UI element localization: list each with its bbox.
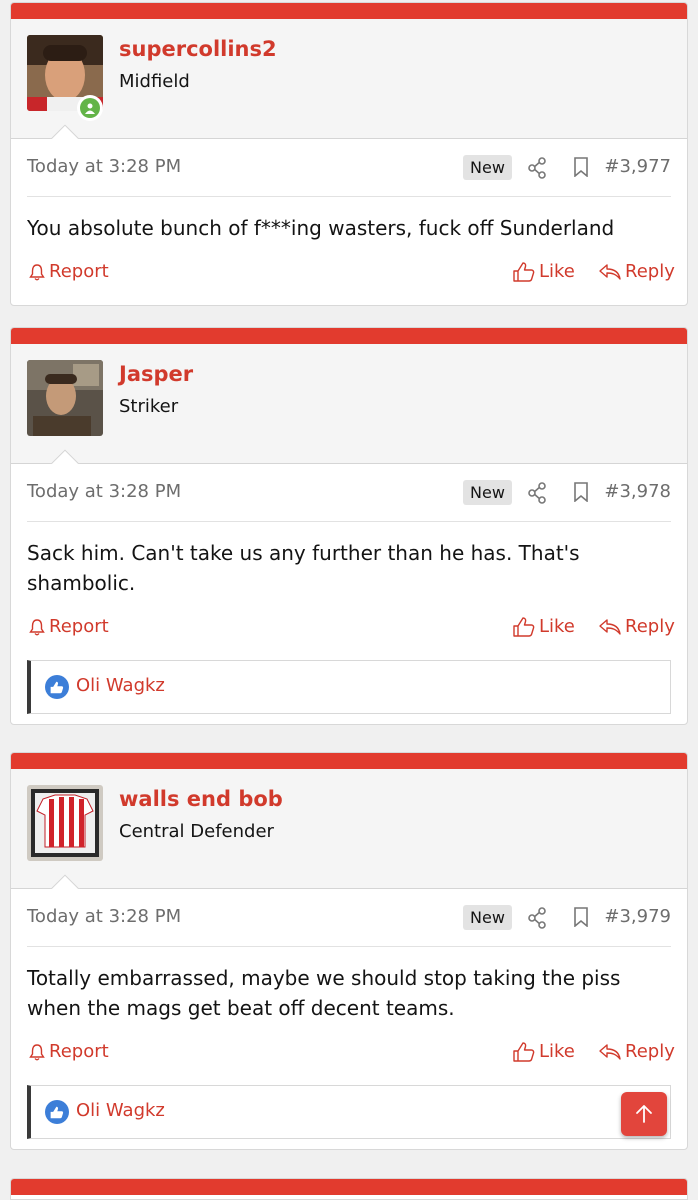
username[interactable]: walls end bob <box>119 787 283 811</box>
share-icon[interactable] <box>527 482 547 508</box>
post-accent-bar <box>11 3 687 19</box>
new-badge: New <box>463 155 512 180</box>
post-time[interactable]: Today at 3:28 PM <box>27 481 181 502</box>
bell-icon <box>29 263 45 280</box>
post-body: You absolute bunch of f***ing wasters, f… <box>27 216 615 240</box>
like-button[interactable]: Like <box>513 1041 575 1062</box>
thumbs-up-icon <box>513 616 535 637</box>
post-3979: walls end bob Central Defender Today at … <box>10 752 688 1150</box>
reply-button[interactable]: Reply <box>599 616 675 637</box>
like-label: Like <box>539 616 575 637</box>
post-meta: Today at 3:28 PM New #3,977 <box>27 139 671 197</box>
user-block-pointer <box>49 448 81 464</box>
reply-arrow-icon <box>599 1043 621 1060</box>
reply-arrow-icon <box>599 263 621 280</box>
thumbs-up-icon <box>513 261 535 282</box>
share-icon[interactable] <box>527 157 547 183</box>
like-label: Like <box>539 261 575 282</box>
post-actions: Report Like Reply <box>27 598 675 660</box>
user-title: Striker <box>119 396 179 417</box>
bell-icon <box>29 1043 45 1060</box>
post-accent-bar <box>11 753 687 769</box>
avatar[interactable] <box>27 785 103 861</box>
post-actions: Report Like Reply <box>27 1023 675 1085</box>
post-3977: supercollins2 Midfield Today at 3:28 PM … <box>10 2 688 306</box>
report-label: Report <box>49 616 109 637</box>
online-status-icon <box>77 95 103 121</box>
scroll-to-top-button[interactable] <box>621 1092 667 1136</box>
reply-button[interactable]: Reply <box>599 261 675 282</box>
user-block: walls end bob Central Defender <box>11 769 687 889</box>
arrow-up-icon <box>636 1105 652 1123</box>
reaction-user[interactable]: Oli Wagkz <box>76 1100 165 1121</box>
bookmark-icon[interactable] <box>573 157 589 181</box>
post-meta: Today at 3:28 PM New #3,978 <box>27 464 671 522</box>
next-post-preview <box>10 1178 688 1200</box>
post-time[interactable]: Today at 3:28 PM <box>27 156 181 177</box>
post-accent-bar <box>11 1179 687 1195</box>
post-number[interactable]: #3,979 <box>604 906 671 927</box>
report-button[interactable]: Report <box>29 261 109 282</box>
like-reaction-icon <box>45 1100 69 1124</box>
report-label: Report <box>49 261 109 282</box>
share-icon[interactable] <box>527 907 547 933</box>
report-button[interactable]: Report <box>29 616 109 637</box>
user-block: Jasper Striker <box>11 344 687 464</box>
like-reaction-icon <box>45 675 69 699</box>
bell-icon <box>29 618 45 635</box>
post-number[interactable]: #3,978 <box>604 481 671 502</box>
like-button[interactable]: Like <box>513 261 575 282</box>
post-meta: Today at 3:28 PM New #3,979 <box>27 889 671 947</box>
thumbs-up-icon <box>513 1041 535 1062</box>
post-time[interactable]: Today at 3:28 PM <box>27 906 181 927</box>
like-label: Like <box>539 1041 575 1062</box>
post-actions: Report Like Reply <box>27 243 675 305</box>
post-number[interactable]: #3,977 <box>604 156 671 177</box>
reaction-user[interactable]: Oli Wagkz <box>76 675 165 696</box>
report-label: Report <box>49 1041 109 1062</box>
reply-label: Reply <box>625 261 675 282</box>
avatar[interactable] <box>27 360 103 436</box>
new-badge: New <box>463 480 512 505</box>
reply-label: Reply <box>625 1041 675 1062</box>
new-badge: New <box>463 905 512 930</box>
user-block-pointer <box>49 873 81 889</box>
user-title: Central Defender <box>119 821 274 842</box>
username[interactable]: supercollins2 <box>119 37 277 61</box>
username[interactable]: Jasper <box>119 362 193 386</box>
post-3978: Jasper Striker Today at 3:28 PM New #3,9… <box>10 327 688 725</box>
report-button[interactable]: Report <box>29 1041 109 1062</box>
post-accent-bar <box>11 328 687 344</box>
user-block: supercollins2 Midfield <box>11 19 687 139</box>
reply-button[interactable]: Reply <box>599 1041 675 1062</box>
reactions-bar[interactable]: Oli Wagkz <box>27 660 671 714</box>
bookmark-icon[interactable] <box>573 482 589 506</box>
post-body: Sack him. Can't take us any further than… <box>27 541 580 595</box>
reply-label: Reply <box>625 616 675 637</box>
post-body: Totally embarrassed, maybe we should sto… <box>27 966 621 1020</box>
bookmark-icon[interactable] <box>573 907 589 931</box>
like-button[interactable]: Like <box>513 616 575 637</box>
user-title: Midfield <box>119 71 190 92</box>
reactions-bar[interactable]: Oli Wagkz <box>27 1085 671 1139</box>
user-block-pointer <box>49 123 81 139</box>
reply-arrow-icon <box>599 618 621 635</box>
